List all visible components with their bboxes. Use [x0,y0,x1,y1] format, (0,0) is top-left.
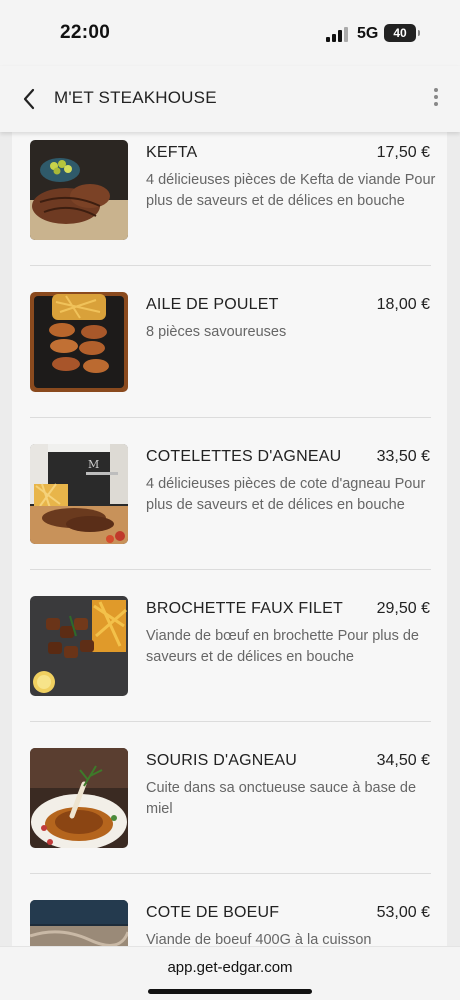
menu-item-name: KEFTA [146,144,198,161]
divider [30,417,431,418]
menu-item-name: COTELETTES D'AGNEAU [146,448,342,465]
signal-icon [326,26,350,42]
menu-list: KEFTA 17,50 € 4 délicieuses pièces de Ke… [12,132,447,946]
app-header: M'ET STEAKHOUSE [0,66,460,132]
menu-item[interactable]: BROCHETTE FAUX FILET 29,50 € Viande de b… [12,588,447,722]
menu-item-description: 4 délicieuses pièces de cote d'agneau Po… [146,476,426,513]
menu-item-price: 18,00 € [376,296,430,313]
menu-item-price: 34,50 € [376,752,430,769]
menu-item[interactable]: SOURIS D'AGNEAU 34,50 € Cuite dans sa on… [12,740,447,874]
menu-item-description: 4 délicieuses pièces de Kefta de viande … [146,172,436,209]
menu-item-name: COTE DE BOEUF [146,904,280,921]
menu-item-description: Cuite dans sa onctueuse sauce à base de … [146,780,417,817]
menu-item-image [30,748,128,848]
menu-item-image [30,140,128,240]
menu-item-price: 33,50 € [376,448,430,465]
back-icon[interactable] [18,86,42,112]
battery-icon: 40 [384,24,420,42]
menu-item-description: Viande de boeuf 400G à la cuisson [146,932,372,946]
menu-item[interactable]: M COTELETTES D'AGNEAU 33,50 € 4 délicieu… [12,436,447,570]
menu-item-image: M [30,444,128,544]
home-indicator[interactable] [148,989,312,994]
menu-item-image [30,596,128,696]
browser-url-bar[interactable]: app.get-edgar.com [0,946,460,1000]
menu-item-price: 29,50 € [376,600,430,617]
menu-item[interactable]: AILE DE POULET 18,00 € 8 pièces savoureu… [12,284,447,418]
menu-item-name: BROCHETTE FAUX FILET [146,600,343,617]
menu-item-name: AILE DE POULET [146,296,279,313]
url-text[interactable]: app.get-edgar.com [0,959,460,976]
status-bar: 22:00 5G 40 [0,0,460,66]
svg-text:M: M [88,458,99,471]
menu-item-price: 53,00 € [376,904,430,921]
divider [30,265,431,266]
menu-item-description: 8 pièces savoureuses [146,324,287,340]
menu-item-price: 17,50 € [376,144,430,161]
divider [30,569,431,570]
more-options-icon[interactable] [432,86,440,108]
menu-item-image [30,900,128,946]
page-title: M'ET STEAKHOUSE [54,88,217,107]
menu-item[interactable]: COTE DE BOEUF 53,00 € Viande de boeuf 40… [12,892,447,946]
divider [30,873,431,874]
menu-item-image [30,292,128,392]
menu-item-name: SOURIS D'AGNEAU [146,752,297,769]
network-label: 5G [357,25,379,42]
divider [30,721,431,722]
menu-item-description: Viande de bœuf en brochette Pour plus de… [146,628,420,665]
menu-item[interactable]: KEFTA 17,50 € 4 délicieuses pièces de Ke… [12,132,447,266]
status-time: 22:00 [60,22,111,43]
